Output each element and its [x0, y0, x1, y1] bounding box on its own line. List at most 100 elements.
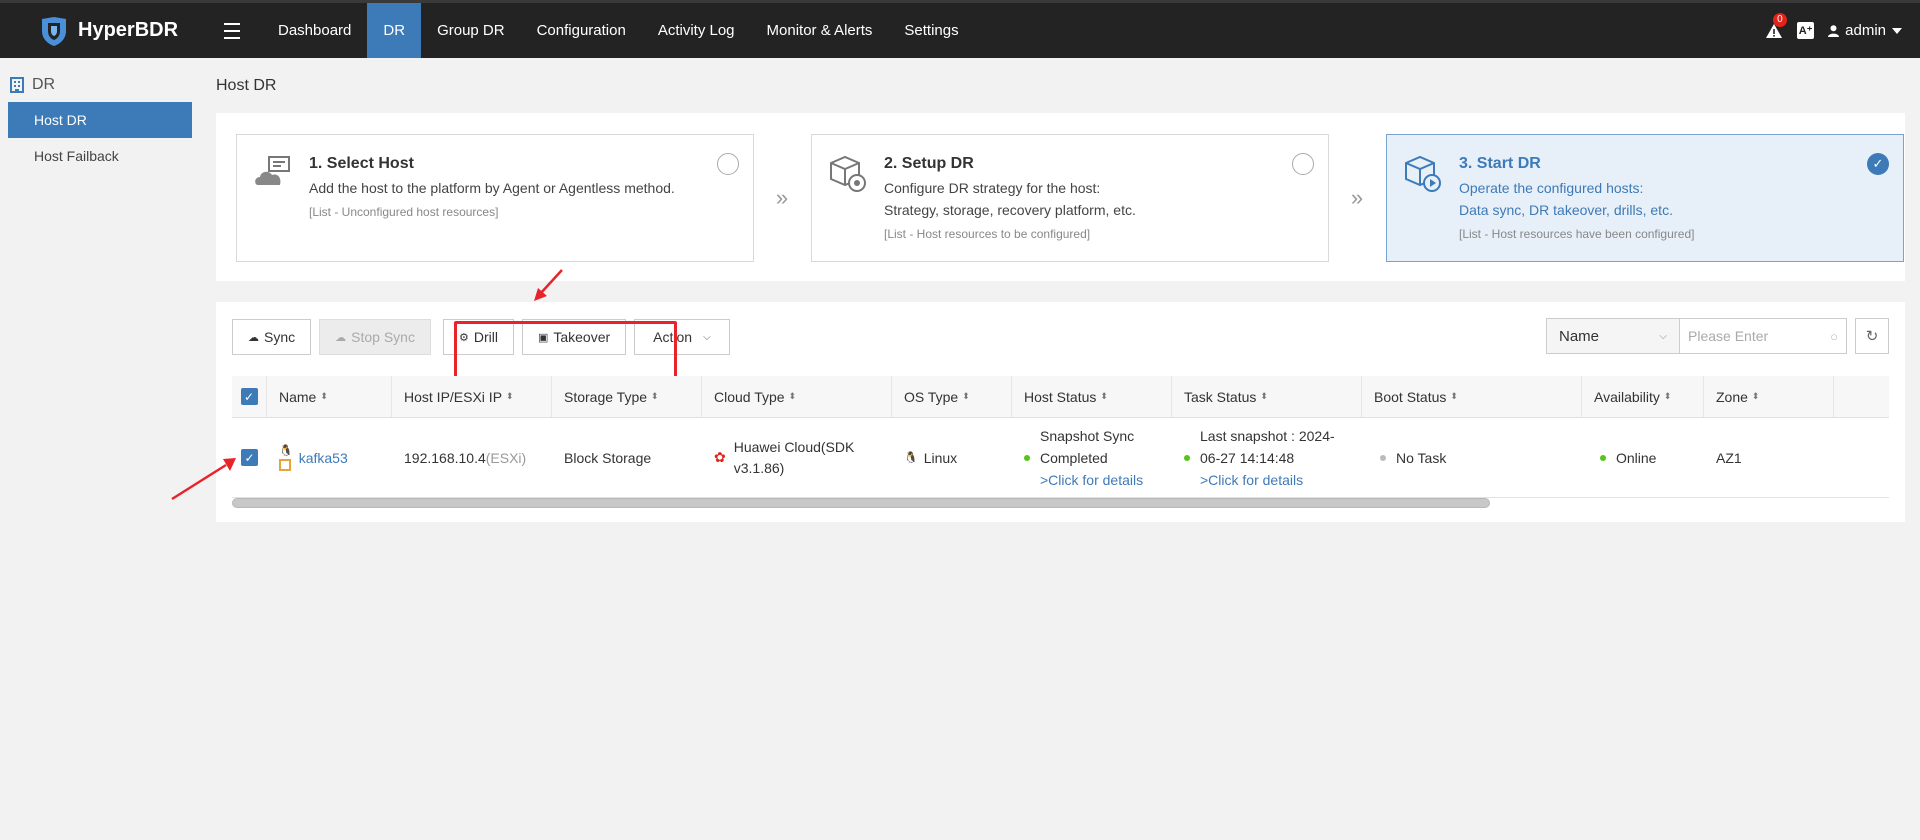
- step-setup-dr[interactable]: 2. Setup DR Configure DR strategy for th…: [811, 134, 1329, 262]
- app-name: HyperBDR: [78, 19, 179, 41]
- status-dot: [1600, 454, 1606, 461]
- os-platform-icons: 🐧: [279, 445, 293, 471]
- column-header-host-status[interactable]: Host Status ⬍: [1012, 376, 1172, 417]
- column-header-zone[interactable]: Zone ⬍: [1704, 376, 1834, 417]
- host-table: ✓ Name ⬍ Host IP/ESXi IP ⬍ Storage Type ⬍ C…: [232, 376, 1889, 498]
- drill-button[interactable]: ⚙ Drill: [442, 319, 514, 355]
- os-type-cell: 🐧 Linux: [904, 449, 958, 466]
- column-header-os-type[interactable]: OS Type ⬍: [892, 376, 1012, 417]
- takeover-button[interactable]: ▣ Takeover: [521, 319, 627, 355]
- task-status-cell: Last snapshot : 2024- 06-27 14:14:48 >Clic…: [1172, 418, 1362, 497]
- availability-cell: Online: [1582, 418, 1704, 497]
- chevron-down-icon: ⌵: [703, 331, 711, 343]
- linux-penguin-icon: 🐧: [904, 452, 918, 464]
- action-dropdown[interactable]: Action ⌵: [634, 319, 730, 355]
- takeover-icon: ▣: [537, 331, 549, 344]
- column-header-task-status[interactable]: Task Status ⬍: [1172, 376, 1362, 417]
- sidebar-item-host-dr[interactable]: Host DR: [8, 102, 192, 138]
- select-all-cell: ✓: [232, 376, 267, 417]
- sort-icon: ⬍: [1450, 391, 1458, 401]
- toolbar: ☁ Sync ☁ Stop Sync ⚙ Drill ▣ Takeover Action…: [232, 318, 730, 380]
- nav-group-dr[interactable]: Group DR: [421, 3, 521, 58]
- nav-configuration[interactable]: Configuration: [521, 3, 642, 58]
- sidebar: DR Host DR Host Failback: [0, 58, 200, 840]
- host-name-link[interactable]: kafka53: [299, 450, 348, 466]
- zone-cell: AZ1: [1716, 449, 1742, 466]
- boot-status-cell: No Task: [1362, 418, 1582, 497]
- column-header-storage-type[interactable]: Storage Type ⬍: [552, 376, 702, 417]
- nav-settings[interactable]: Settings: [888, 3, 974, 58]
- chevron-down-icon: ⌵: [1659, 330, 1667, 342]
- row-select-cell: ✓: [232, 418, 267, 497]
- search-field-select[interactable]: Name ⌵: [1546, 318, 1679, 354]
- refresh-button[interactable]: ↻: [1855, 318, 1889, 354]
- storage-type-cell: Block Storage: [564, 449, 652, 466]
- huawei-logo-icon: ✿: [714, 449, 726, 465]
- step-radio[interactable]: [1292, 153, 1314, 175]
- menu-toggle-icon[interactable]: [212, 2, 252, 60]
- nav-dr[interactable]: DR: [367, 3, 422, 58]
- host-ip-cell: 192.168.10.4 (ESXi): [404, 449, 527, 466]
- sidebar-section-dr[interactable]: DR: [0, 58, 200, 94]
- nav-dashboard[interactable]: Dashboard: [262, 3, 367, 58]
- step-start-dr[interactable]: 3. Start DR Operate the configured hosts…: [1386, 134, 1904, 262]
- building-icon: [10, 77, 24, 93]
- steps-panel: 1. Select Host Add the host to the platf…: [216, 113, 1905, 281]
- step-title: 2. Setup DR: [884, 155, 974, 172]
- sync-button[interactable]: ☁ Sync: [232, 319, 312, 355]
- step-description: Add the host to the platform by Agent or…: [309, 180, 675, 196]
- main-nav: Dashboard DR Group DR Configuration Acti…: [262, 3, 975, 58]
- search-input[interactable]: Please Enter ○: [1679, 318, 1847, 354]
- column-header-name[interactable]: Name ⬍: [267, 376, 392, 417]
- host-table-panel: ☁ Sync ☁ Stop Sync ⚙ Drill ▣ Takeover Action…: [216, 302, 1905, 522]
- sort-icon: ⬍: [320, 391, 328, 401]
- row-checkbox[interactable]: ✓: [241, 449, 258, 466]
- caret-down-icon: [1892, 27, 1902, 34]
- table-row[interactable]: ✓ 🐧 kafka53 192.168.10.4 (ESXi) Block Sto…: [232, 418, 1889, 498]
- logo[interactable]: HyperBDR: [0, 15, 208, 47]
- sort-icon: ⬍: [651, 391, 659, 401]
- search-icon: ○: [1830, 328, 1838, 344]
- user-menu[interactable]: admin: [1828, 22, 1902, 39]
- stop-sync-button[interactable]: ☁ Stop Sync: [319, 319, 431, 355]
- refresh-icon: ↻: [1865, 328, 1879, 345]
- sort-icon: ⬍: [1663, 391, 1672, 401]
- nav-activity-log[interactable]: Activity Log: [642, 3, 751, 58]
- table-header: ✓ Name ⬍ Host IP/ESXi IP ⬍ Storage Type ⬍ C…: [232, 376, 1889, 418]
- column-header-cloud-type[interactable]: Cloud Type ⬍: [702, 376, 892, 417]
- alert-icon[interactable]: 0: [1765, 12, 1787, 40]
- user-icon: [1828, 24, 1840, 37]
- sidebar-section-label: DR: [32, 76, 56, 93]
- sidebar-item-host-failback[interactable]: Host Failback: [8, 138, 192, 174]
- step-select-host[interactable]: 1. Select Host Add the host to the platf…: [236, 134, 754, 262]
- step-radio[interactable]: [717, 153, 739, 175]
- shield-logo-icon: [42, 16, 66, 46]
- column-header-availability[interactable]: Availability ⬍: [1582, 376, 1704, 417]
- double-chevron-right-icon: »: [1350, 185, 1364, 210]
- host-status-details-link[interactable]: >Click for details: [1040, 469, 1143, 491]
- page-title: Host DR: [216, 77, 277, 94]
- sort-icon: ⬍: [1100, 391, 1108, 401]
- top-navbar: HyperBDR Dashboard DR Group DR Configura…: [0, 0, 1920, 58]
- box-play-icon: [1405, 155, 1441, 192]
- sort-icon: ⬍: [788, 391, 797, 401]
- vmware-icon: [279, 458, 291, 471]
- cloud-sync-icon: ☁: [248, 331, 259, 344]
- sort-icon: ⬍: [506, 391, 514, 401]
- checkmark-icon[interactable]: ✓: [1867, 153, 1889, 175]
- search-bar: Name ⌵ Please Enter ○ ↻: [1546, 318, 1889, 354]
- font-size-icon[interactable]: A⁺: [1797, 22, 1815, 39]
- cloud-stop-icon: ☁: [335, 331, 347, 344]
- column-header-boot-status[interactable]: Boot Status ⬍: [1362, 376, 1582, 417]
- select-all-checkbox[interactable]: ✓: [240, 388, 258, 405]
- nav-monitor-alerts[interactable]: Monitor & Alerts: [751, 3, 889, 58]
- step-title: 3. Start DR: [1459, 155, 1541, 172]
- horizontal-scrollbar[interactable]: [232, 498, 1490, 508]
- step-note: [List - Host resources to be configured]: [884, 227, 1091, 241]
- host-status-cell: Snapshot Sync Completed >Click for details: [1012, 418, 1172, 497]
- task-status-details-link[interactable]: >Click for details: [1200, 469, 1335, 491]
- double-chevron-right-icon: »: [775, 185, 789, 210]
- status-dot: [1024, 454, 1030, 461]
- step-note: [List - Host resources have been configu…: [1459, 227, 1695, 241]
- column-header-host-ip[interactable]: Host IP/ESXi IP ⬍: [392, 376, 552, 417]
